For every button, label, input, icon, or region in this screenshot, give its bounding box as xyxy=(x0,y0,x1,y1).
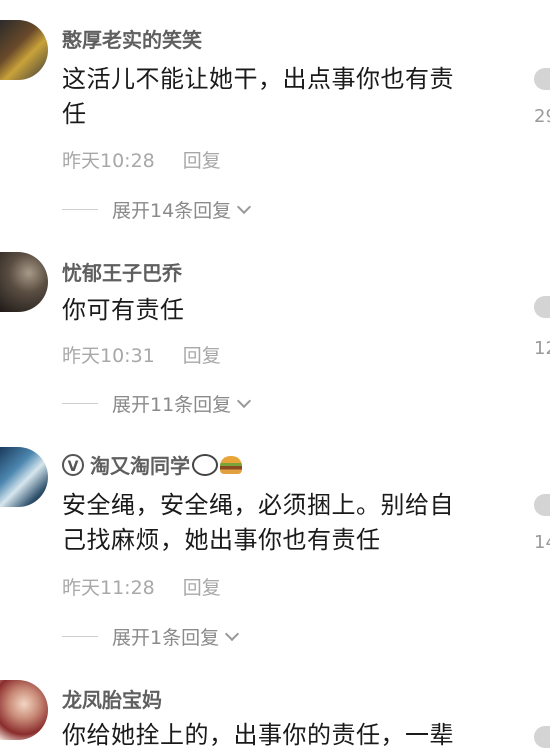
divider-line xyxy=(62,636,98,637)
comment-text-line: 任 xyxy=(62,100,87,128)
comment-time: 昨天10:31 xyxy=(62,345,155,367)
like-count: 29 xyxy=(534,106,550,127)
verified-badge-icon: V xyxy=(62,453,84,476)
burger-icon xyxy=(220,455,242,474)
comment-username[interactable]: 龙凤胎宝妈 xyxy=(62,684,162,713)
heart-icon[interactable] xyxy=(534,68,550,90)
expand-replies-label[interactable]: 展开1条回复 xyxy=(112,623,219,650)
heart-icon[interactable] xyxy=(534,296,550,318)
expand-replies-label[interactable]: 展开14条回复 xyxy=(112,196,231,223)
avatar[interactable] xyxy=(0,20,48,80)
comment-text: 这活儿不能让她干，出点事你也有责 任 xyxy=(62,62,502,132)
comment-meta: 昨天10:28 回复 xyxy=(62,146,221,173)
comment-meta: 昨天10:31 回复 xyxy=(62,341,221,368)
divider-line xyxy=(62,403,98,404)
comment-text: 你给她拴上的，出事你的责任，一辈 xyxy=(62,718,502,749)
comment-time: 昨天10:28 xyxy=(62,150,155,172)
chevron-down-icon xyxy=(225,626,240,641)
expand-replies-button[interactable]: 展开1条回复 xyxy=(62,623,240,650)
comment-username[interactable]: 忧郁王子巴乔 xyxy=(62,257,182,286)
comment-list: 憨厚老实的笑笑 这活儿不能让她干，出点事你也有责 任 昨天10:28 回复 展开1… xyxy=(0,0,550,749)
comment-meta: 昨天11:28 回复 xyxy=(62,573,221,600)
comment-text: 安全绳，安全绳，必须捆上。别给自 己找麻烦，她出事你也有责任 xyxy=(62,488,502,558)
avatar[interactable] xyxy=(0,680,48,740)
emoji-face-icon xyxy=(192,453,218,476)
chevron-down-icon xyxy=(237,393,252,408)
comment-text: 你可有责任 xyxy=(62,293,502,328)
reply-button[interactable]: 回复 xyxy=(183,150,221,172)
heart-icon[interactable] xyxy=(534,494,550,516)
expand-replies-button[interactable]: 展开14条回复 xyxy=(62,196,252,223)
comment-text-line: 你给她拴上的，出事你的责任，一辈 xyxy=(62,721,454,749)
reply-button[interactable]: 回复 xyxy=(183,577,221,599)
like-count: 14 xyxy=(534,532,550,553)
chevron-down-icon xyxy=(237,199,252,214)
avatar[interactable] xyxy=(0,447,48,507)
comment-time: 昨天11:28 xyxy=(62,577,155,599)
avatar[interactable] xyxy=(0,252,48,312)
comment-username[interactable]: V 淘又淘同学 xyxy=(62,450,242,479)
comment-text-line: 己找麻烦，她出事你也有责任 xyxy=(62,526,381,554)
heart-icon[interactable] xyxy=(534,726,550,748)
comment-text-line: 安全绳，安全绳，必须捆上。别给自 xyxy=(62,491,454,519)
expand-replies-button[interactable]: 展开11条回复 xyxy=(62,390,252,417)
comment-text-line: 你可有责任 xyxy=(62,296,185,324)
expand-replies-label[interactable]: 展开11条回复 xyxy=(112,390,231,417)
comment-text-line: 这活儿不能让她干，出点事你也有责 xyxy=(62,65,454,93)
divider-line xyxy=(62,209,98,210)
comment-username[interactable]: 憨厚老实的笑笑 xyxy=(62,24,202,53)
reply-button[interactable]: 回复 xyxy=(183,345,221,367)
like-count: 12 xyxy=(534,338,550,359)
